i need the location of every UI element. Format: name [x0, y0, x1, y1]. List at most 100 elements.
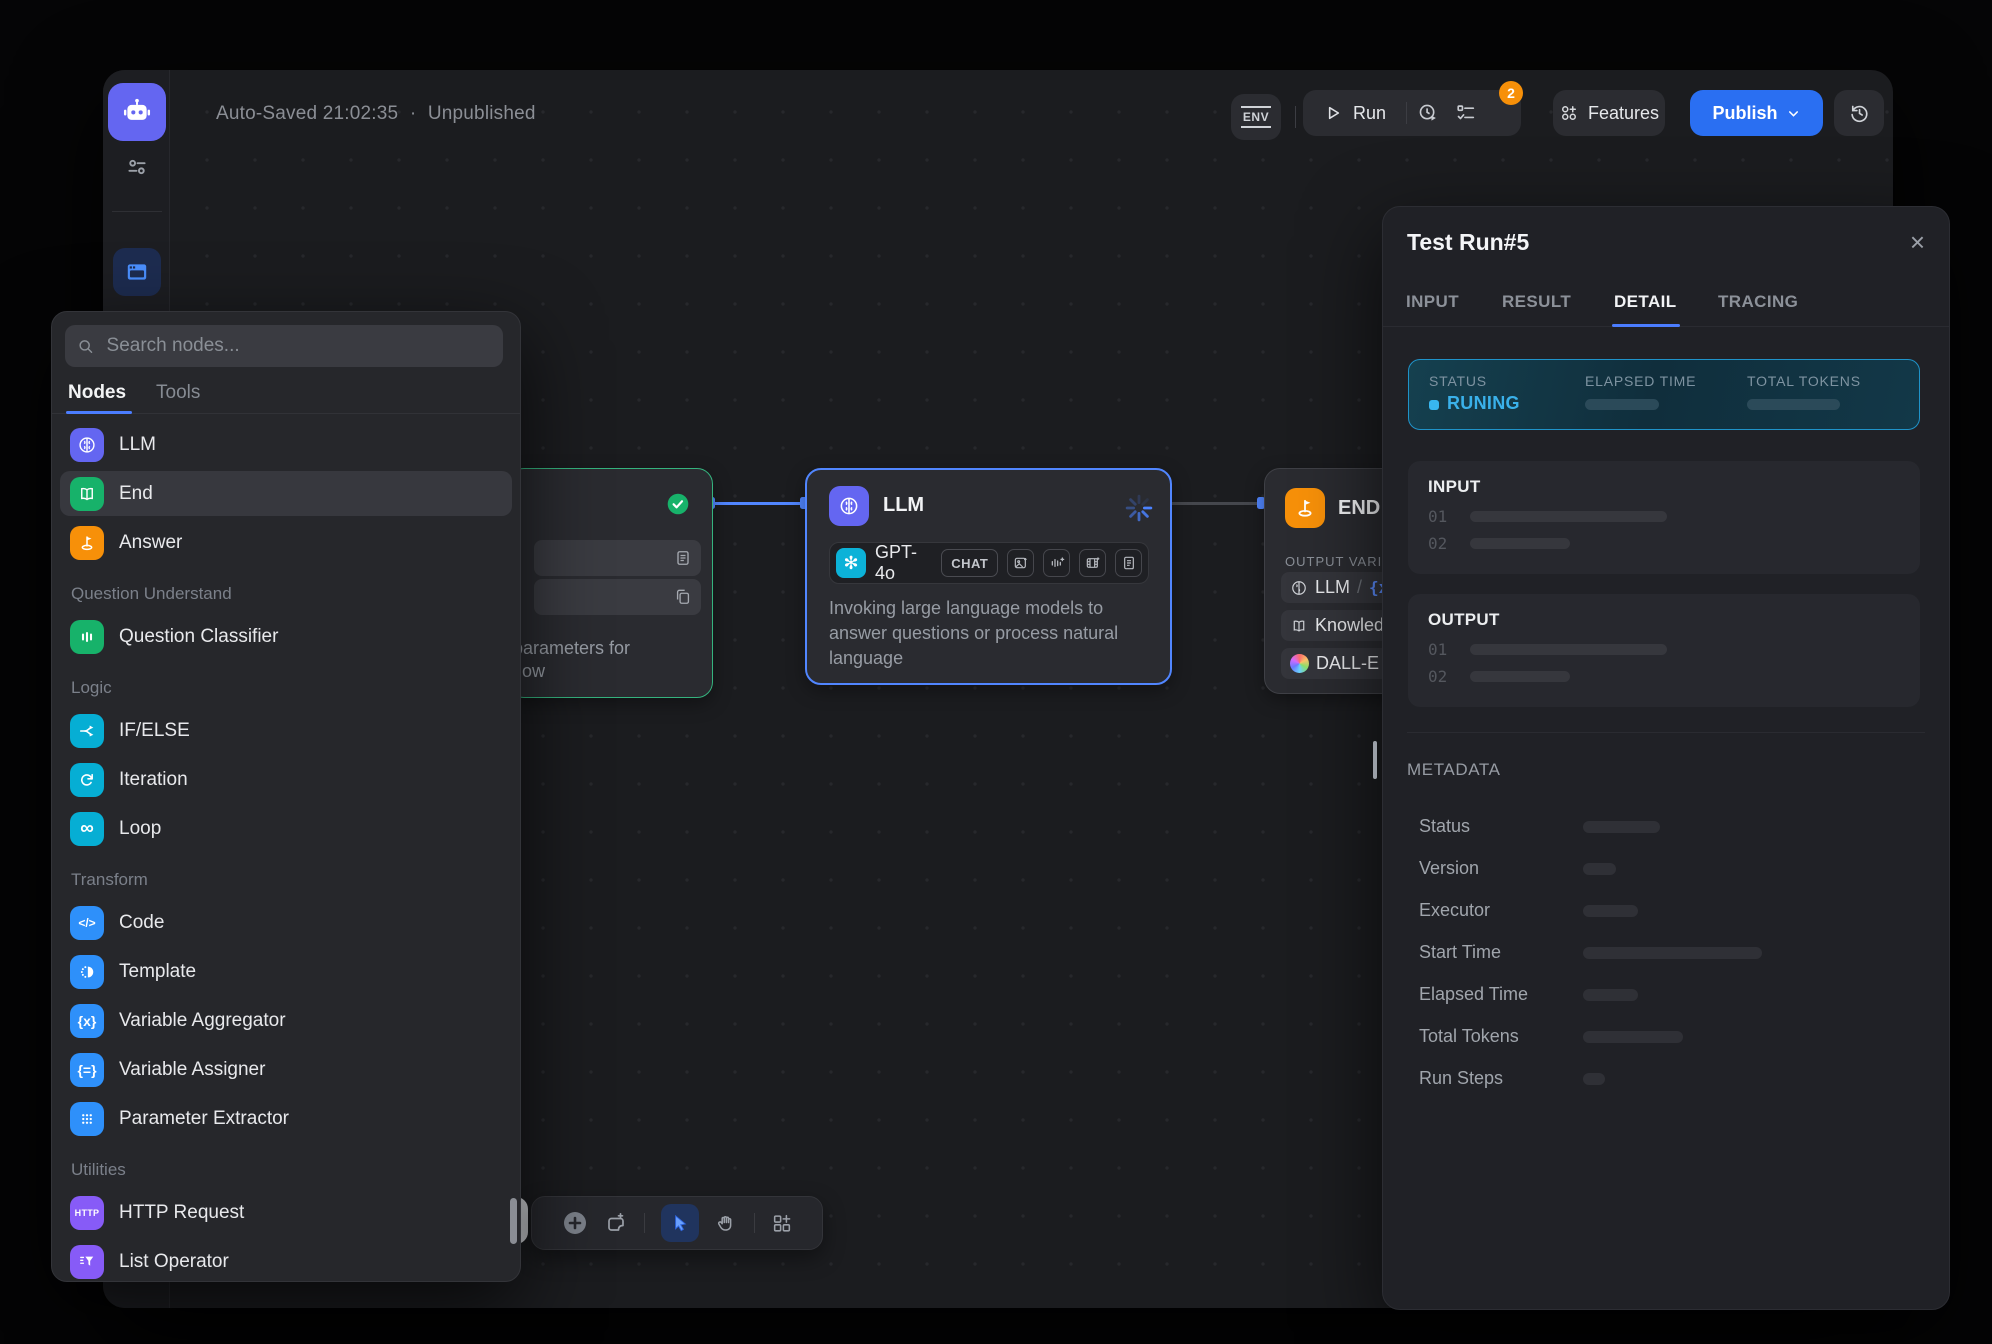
input-skeleton	[1470, 511, 1667, 522]
hand-mode-button[interactable]	[715, 1212, 738, 1235]
node-item-parameter-extractor[interactable]: Parameter Extractor	[60, 1096, 512, 1141]
play-icon[interactable]	[1323, 103, 1343, 123]
panel-resize-handle[interactable]	[1373, 741, 1377, 779]
start-variable-row[interactable]	[534, 540, 701, 576]
close-icon[interactable]: ×	[1910, 229, 1925, 255]
toolbar-divider	[754, 1213, 755, 1233]
status-card: STATUS RUNING ELAPSED TIME TOTAL TOKENS	[1408, 359, 1920, 430]
panel-scrollbar[interactable]	[510, 1198, 517, 1244]
document-capability-icon	[1115, 549, 1142, 577]
edge-llm-to-end	[1168, 502, 1264, 505]
node-item-end[interactable]: End	[60, 471, 512, 516]
llm-icon	[70, 428, 104, 462]
tab-input[interactable]: INPUT	[1406, 292, 1459, 312]
env-variables-button[interactable]: ENV	[1231, 94, 1281, 140]
list-operator-icon	[70, 1245, 104, 1279]
start-node[interactable]: parameters for flow	[508, 468, 713, 698]
checklist-icon[interactable]	[1455, 102, 1477, 124]
run-history-time-icon[interactable]	[1417, 102, 1439, 124]
node-item-variable-assigner[interactable]: {=} Variable Assigner	[60, 1047, 512, 1092]
running-spinner-icon	[1125, 494, 1153, 522]
search-input[interactable]	[105, 334, 491, 358]
window-icon	[124, 259, 150, 285]
add-note-button[interactable]	[604, 1211, 628, 1235]
robot-icon	[120, 95, 154, 129]
node-search[interactable]	[65, 325, 503, 367]
meta-version-label: Version	[1419, 858, 1479, 879]
add-node-button[interactable]	[562, 1210, 588, 1236]
pointer-mode-button[interactable]	[661, 1204, 699, 1242]
status-value: RUNING	[1447, 393, 1520, 414]
checklist-count-badge: 2	[1499, 81, 1523, 105]
llm-node-title: LLM	[883, 494, 924, 517]
meta-skeleton	[1583, 947, 1762, 959]
node-item-variable-aggregator[interactable]: {x} Variable Aggregator	[60, 998, 512, 1043]
active-tab-underline	[1612, 324, 1680, 327]
input-skeleton	[1470, 538, 1570, 549]
publish-button[interactable]: Publish	[1690, 90, 1823, 136]
tab-result[interactable]: RESULT	[1502, 292, 1571, 312]
tab-tracing[interactable]: TRACING	[1718, 292, 1798, 312]
template-icon	[70, 955, 104, 989]
llm-node[interactable]: LLM ✻ GPT-4o CHAT	[805, 468, 1172, 685]
toolbar-divider	[1295, 106, 1296, 128]
meta-skeleton	[1583, 905, 1638, 917]
iteration-icon	[70, 763, 104, 797]
success-check-icon	[667, 493, 689, 515]
version-history-button[interactable]	[1834, 90, 1884, 136]
line-number: 01	[1428, 640, 1447, 659]
node-item-loop[interactable]: ∞ Loop	[60, 806, 512, 851]
section-utilities: Utilities	[60, 1157, 512, 1183]
run-button[interactable]: Run	[1353, 103, 1386, 124]
loop-icon: ∞	[70, 812, 104, 846]
variable-aggregator-icon: {x}	[70, 1004, 104, 1038]
tokens-skeleton	[1747, 399, 1840, 410]
meta-tokens-label: Total Tokens	[1419, 1026, 1519, 1047]
model-name: GPT-4o	[875, 542, 932, 584]
features-button[interactable]: Features	[1553, 90, 1665, 136]
if-else-icon	[70, 714, 104, 748]
output-card: OUTPUT 01 02	[1408, 594, 1920, 707]
parameter-extractor-icon	[70, 1102, 104, 1136]
workflow-settings-icon[interactable]	[124, 154, 150, 180]
start-node-description: parameters for flow	[513, 637, 630, 683]
node-item-if-else[interactable]: IF/ELSE	[60, 708, 512, 753]
edge-start-to-llm	[711, 502, 805, 505]
node-item-llm[interactable]: LLM	[60, 422, 512, 467]
node-item-template[interactable]: Template	[60, 949, 512, 994]
test-run-panel: Test Run#5 × INPUT RESULT DETAIL TRACING…	[1382, 206, 1950, 1310]
node-item-http-request[interactable]: HTTP HTTP Request	[60, 1190, 512, 1235]
start-variable-row[interactable]	[534, 579, 701, 615]
llm-node-icon	[829, 486, 869, 526]
audio-capability-icon	[1043, 549, 1070, 577]
model-selector[interactable]: ✻ GPT-4o CHAT	[829, 542, 1149, 584]
answer-icon	[70, 526, 104, 560]
tab-tools[interactable]: Tools	[156, 382, 200, 404]
node-item-list-operator[interactable]: List Operator	[60, 1239, 512, 1284]
node-item-question-classifier[interactable]: Question Classifier	[60, 614, 512, 659]
output-title: OUTPUT	[1428, 610, 1500, 630]
video-capability-icon	[1079, 549, 1106, 577]
hand-icon	[715, 1212, 738, 1235]
app-logo[interactable]	[108, 83, 166, 141]
panel-title: Test Run#5	[1407, 229, 1529, 256]
chevron-down-icon	[1786, 106, 1801, 121]
output-skeleton	[1470, 671, 1570, 682]
question-classifier-icon	[70, 620, 104, 654]
node-item-answer[interactable]: Answer	[60, 520, 512, 565]
rail-divider	[112, 211, 162, 212]
preview-panel-button[interactable]	[113, 248, 161, 296]
node-item-code[interactable]: </> Code	[60, 900, 512, 945]
tab-detail[interactable]: DETAIL	[1614, 292, 1677, 312]
toolbar-divider	[644, 1213, 645, 1233]
organize-blocks-button[interactable]	[771, 1212, 793, 1234]
output-skeleton	[1470, 644, 1667, 655]
copy-icon	[673, 587, 693, 607]
autosave-status: Auto-Saved 21:02:35 · Unpublished	[216, 103, 536, 125]
node-picker-panel: Nodes Tools LLM End	[51, 311, 521, 1282]
tab-nodes[interactable]: Nodes	[68, 382, 126, 404]
meta-skeleton	[1583, 1031, 1683, 1043]
http-request-icon: HTTP	[70, 1196, 104, 1230]
node-item-iteration[interactable]: Iteration	[60, 757, 512, 802]
variable-assigner-icon: {=}	[70, 1053, 104, 1087]
